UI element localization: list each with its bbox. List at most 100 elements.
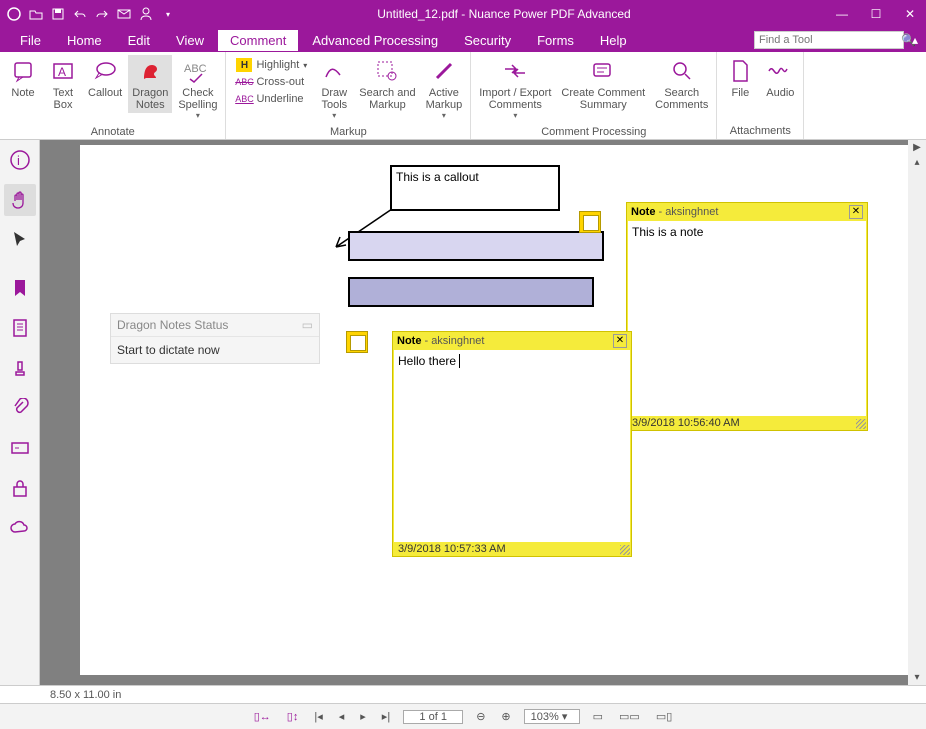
note1-timestamp: 3/9/2018 10:56:40 AM: [632, 417, 740, 429]
create-comment-summary[interactable]: Create Comment Summary: [557, 55, 649, 113]
note2-timestamp: 3/9/2018 10:57:33 AM: [398, 543, 506, 555]
open-icon[interactable]: [28, 6, 44, 22]
menu-comment[interactable]: Comment: [218, 30, 298, 51]
draw-tools[interactable]: Draw Tools▾: [315, 55, 353, 122]
note2-title: Note: [397, 335, 421, 347]
callout-annotation[interactable]: This is a callout: [390, 165, 560, 211]
spellcheck-tool[interactable]: ABCCheck Spelling▾: [174, 55, 221, 122]
crossout-tool[interactable]: ABCCross-out: [234, 74, 309, 90]
layout-facing-icon[interactable]: ▭▯: [653, 710, 675, 723]
sticky-note-2[interactable]: Note - aksinghnet ✕ Hello there 3/9/2018…: [392, 331, 632, 557]
group-processing-label: Comment Processing: [471, 125, 716, 140]
underline-tool[interactable]: ABCUnderline: [234, 91, 309, 107]
attachfile-label: File: [731, 87, 749, 99]
maximize-button[interactable]: ☐: [866, 7, 886, 21]
undo-icon[interactable]: [72, 6, 88, 22]
info-icon[interactable]: i: [4, 144, 36, 176]
layout-single-icon[interactable]: ▭: [590, 710, 606, 723]
underline-label: Underline: [256, 93, 303, 105]
import-export-comments[interactable]: Import / Export Comments▾: [475, 55, 555, 122]
note2-body[interactable]: Hello there: [393, 350, 631, 542]
last-page-icon[interactable]: ▸|: [379, 710, 393, 723]
rectangle-annotation-1[interactable]: [348, 231, 604, 261]
note-tool[interactable]: Note: [4, 55, 42, 101]
page-indicator[interactable]: 1 of 1: [403, 710, 463, 724]
document-area[interactable]: This is a callout Dragon Notes Status ▭ S…: [40, 140, 908, 685]
menu-help[interactable]: Help: [588, 30, 639, 51]
dragon-notes-tool[interactable]: Dragon Notes: [128, 55, 172, 113]
zoom-in-icon[interactable]: ⊕: [498, 710, 513, 723]
textbox-tool[interactable]: AText Box: [44, 55, 82, 113]
svg-text:i: i: [17, 153, 20, 168]
next-page-icon[interactable]: ▸: [357, 710, 369, 723]
menu-advanced[interactable]: Advanced Processing: [300, 30, 450, 51]
bookmarks-icon[interactable]: [4, 272, 36, 304]
note2-resize-handle[interactable]: [620, 545, 630, 555]
menu-file[interactable]: File: [8, 30, 53, 51]
zoom-out-icon[interactable]: ⊖: [473, 710, 488, 723]
scroll-down-icon[interactable]: ▾: [914, 670, 919, 685]
highlight-tool[interactable]: HHighlight ▾: [234, 57, 309, 73]
prev-page-icon[interactable]: ◂: [336, 710, 348, 723]
scroll-up-icon[interactable]: ▴: [914, 155, 919, 170]
dragon-body: Start to dictate now: [111, 336, 319, 363]
pages-icon[interactable]: [4, 312, 36, 344]
attachment-icon[interactable]: [4, 392, 36, 424]
attach-file[interactable]: File: [721, 55, 759, 101]
note1-title: Note: [631, 206, 655, 218]
sticky-note-1[interactable]: Note - aksinghnet ✕ This is a note 3/9/2…: [626, 202, 868, 431]
fit-page-icon[interactable]: ▯↕: [284, 710, 302, 723]
close-button[interactable]: ✕: [900, 7, 920, 21]
zoom-level[interactable]: 103% ▾: [524, 709, 580, 724]
rectangle-annotation-2[interactable]: [348, 277, 594, 307]
user-icon[interactable]: [138, 6, 154, 22]
note1-close-icon[interactable]: ✕: [849, 205, 863, 219]
ribbon-collapse-icon[interactable]: ▴: [912, 33, 918, 47]
callout-text: This is a callout: [396, 170, 479, 184]
note1-author: - aksinghnet: [658, 206, 718, 218]
status-bar: ▯↔ ▯↕ |◂ ◂ ▸ ▸| 1 of 1 ⊖ ⊕ 103% ▾ ▭ ▭▭ ▭…: [0, 703, 926, 729]
active-markup-tool[interactable]: Active Markup▾: [422, 55, 467, 122]
hand-tool-icon[interactable]: [4, 184, 36, 216]
first-page-icon[interactable]: |◂: [311, 710, 325, 723]
left-sidebar: i: [0, 140, 40, 685]
note1-resize-handle[interactable]: [856, 419, 866, 429]
menu-home[interactable]: Home: [55, 30, 114, 51]
cloud-icon[interactable]: [4, 512, 36, 544]
note2-close-icon[interactable]: ✕: [613, 334, 627, 348]
note-marker-1[interactable]: [579, 211, 601, 233]
activemarkup-label: Active Markup: [426, 87, 463, 111]
form-icon[interactable]: [4, 432, 36, 464]
mail-icon[interactable]: [116, 6, 132, 22]
layout-continuous-icon[interactable]: ▭▭: [616, 710, 643, 723]
menu-edit[interactable]: Edit: [116, 30, 162, 51]
lock-icon[interactable]: [4, 472, 36, 504]
dragon-close-icon[interactable]: ▭: [302, 318, 313, 332]
callout-tool[interactable]: Callout: [84, 55, 126, 101]
dragon-label: Dragon Notes: [132, 87, 168, 111]
note2-author: - aksinghnet: [424, 335, 484, 347]
note-marker-2[interactable]: [346, 331, 368, 353]
stamp-icon[interactable]: [4, 352, 36, 384]
fit-width-icon[interactable]: ▯↔: [251, 710, 274, 723]
save-icon[interactable]: [50, 6, 66, 22]
searchmarkup-label: Search and Markup: [359, 87, 415, 111]
menu-view[interactable]: View: [164, 30, 216, 51]
dragon-status-panel: Dragon Notes Status ▭ Start to dictate no…: [110, 313, 320, 364]
right-scrollbar[interactable]: ▶ ▴ ▾: [908, 140, 926, 685]
attach-audio[interactable]: Audio: [761, 55, 799, 101]
note1-body[interactable]: This is a note: [627, 221, 867, 416]
minimize-button[interactable]: —: [832, 7, 852, 21]
search-comments[interactable]: Search Comments: [651, 55, 712, 113]
select-tool-icon[interactable]: [4, 224, 36, 256]
menu-security[interactable]: Security: [452, 30, 523, 51]
redo-icon[interactable]: [94, 6, 110, 22]
scroll-right-icon[interactable]: ▶: [913, 140, 921, 155]
tool-search-input[interactable]: [759, 34, 901, 46]
dragon-header: Dragon Notes Status: [117, 318, 228, 332]
menu-bar: File Home Edit View Comment Advanced Pro…: [0, 28, 926, 52]
menu-forms[interactable]: Forms: [525, 30, 586, 51]
qat-dropdown-icon[interactable]: ▾: [160, 6, 176, 22]
search-markup-tool[interactable]: Search and Markup: [355, 55, 419, 113]
tool-search[interactable]: 🔍: [754, 31, 904, 49]
